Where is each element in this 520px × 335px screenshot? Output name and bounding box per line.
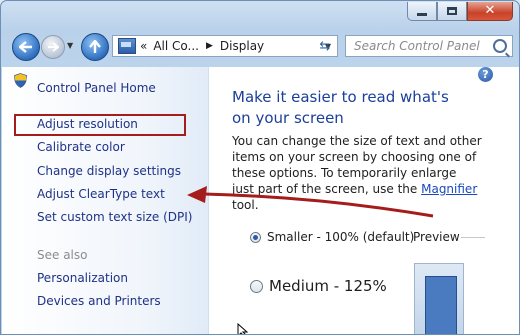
control-panel-window: ✕ ▼ « All Co... ▶ Display ▼ ⇆ Search Con… (0, 0, 520, 335)
annotation-arrow (187, 186, 434, 218)
mouse-cursor-icon (237, 323, 249, 334)
